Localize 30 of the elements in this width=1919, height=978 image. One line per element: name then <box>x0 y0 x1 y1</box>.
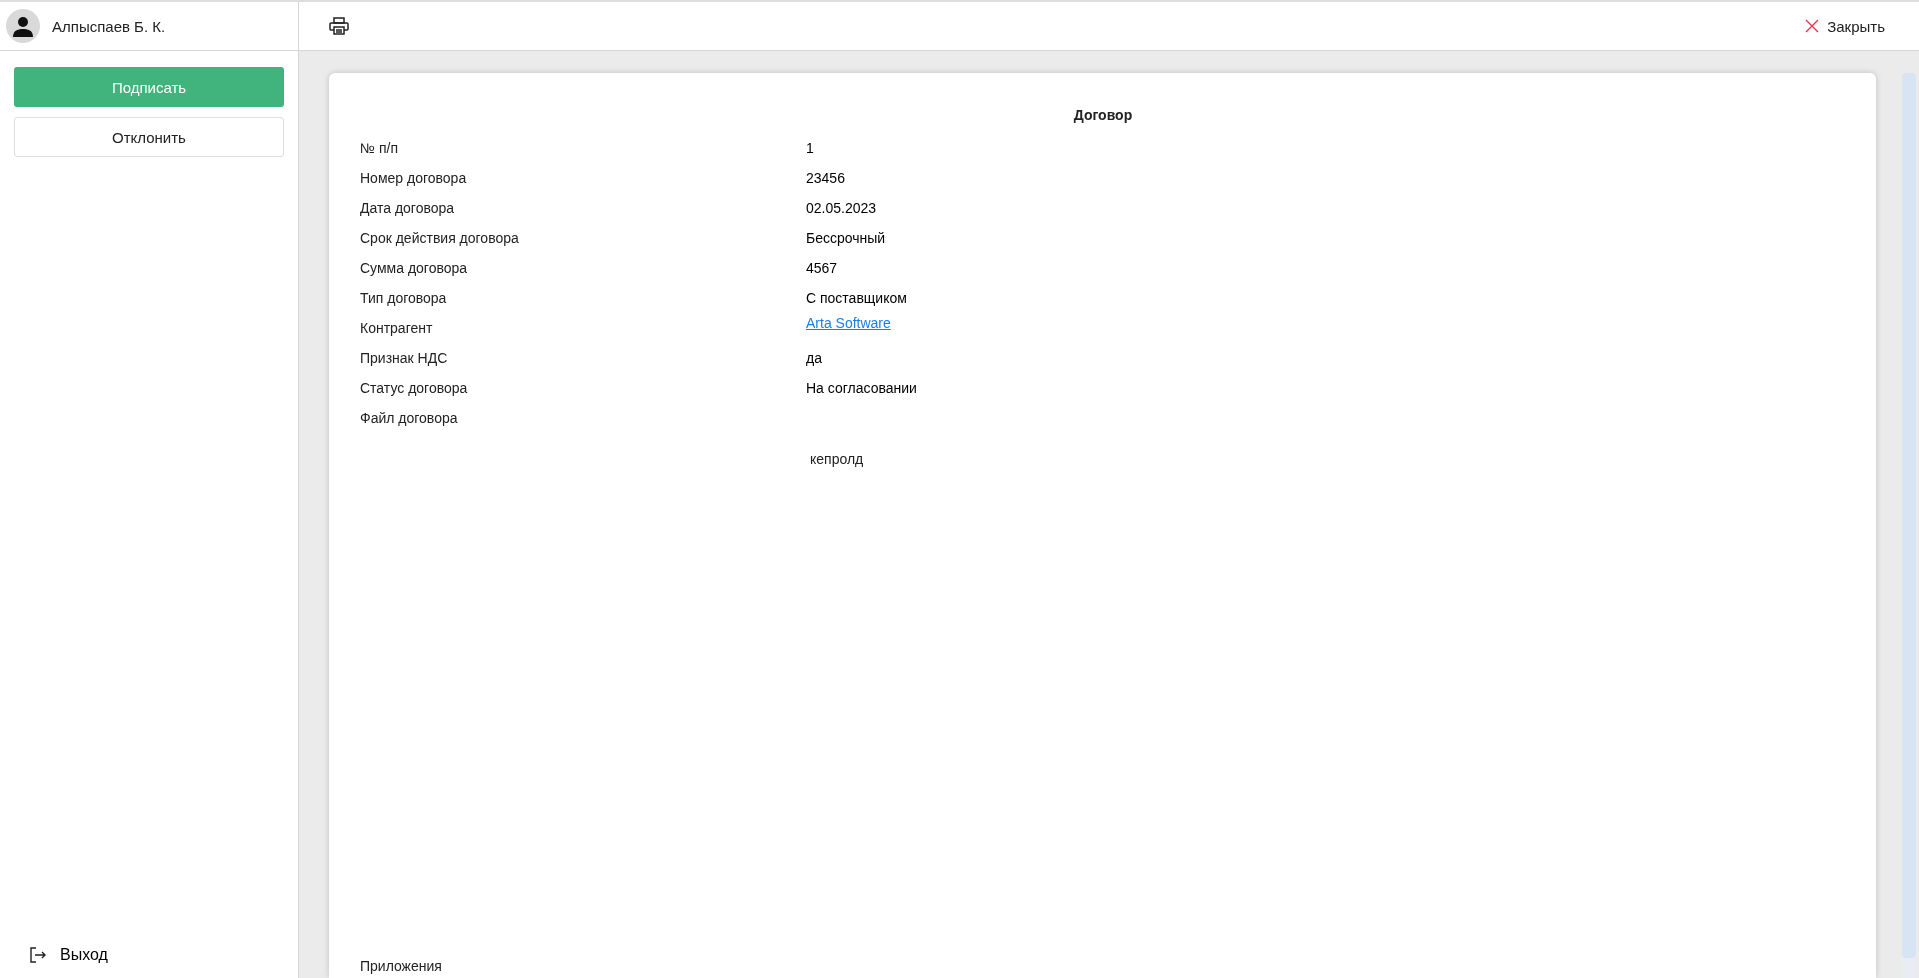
field-value: 02.05.2023 <box>806 200 878 216</box>
print-button[interactable] <box>329 17 349 35</box>
field-label: Дата договора <box>360 200 456 216</box>
field-label: Контрагент <box>360 320 434 336</box>
field-label: Сумма договора <box>360 260 469 276</box>
field-label: Статус договора <box>360 380 469 396</box>
field-value: да <box>806 350 823 366</box>
field-label: Признак НДС <box>360 350 449 366</box>
avatar-icon <box>6 9 40 43</box>
field-value: 4567 <box>806 260 839 276</box>
field-label: Номер договора <box>360 170 468 186</box>
logout-button[interactable]: Выход <box>0 946 108 978</box>
field-label: № п/п <box>360 140 399 156</box>
close-button[interactable]: Закрыть <box>1799 16 1891 36</box>
field-value: 23456 <box>806 170 846 186</box>
logout-icon <box>30 947 46 963</box>
user-name: Алпыспаев Б. К. <box>52 17 166 35</box>
document-title: Договор <box>1072 107 1134 123</box>
field-value: На согласовании <box>806 380 918 396</box>
close-icon <box>1805 19 1820 33</box>
field-value: С поставщиком <box>806 290 908 306</box>
field-value: 1 <box>806 140 815 156</box>
reject-button[interactable]: Отклонить <box>14 117 284 157</box>
attachments-label: Приложения <box>360 958 443 976</box>
file-name: кепролд <box>810 451 865 467</box>
field-label: Файл договора <box>360 410 459 426</box>
field-label: Тип договора <box>360 290 448 306</box>
field-value: Бессрочный <box>806 230 887 246</box>
field-label: Срок действия договора <box>360 230 520 246</box>
counterparty-link[interactable]: Arta Software <box>806 315 891 331</box>
